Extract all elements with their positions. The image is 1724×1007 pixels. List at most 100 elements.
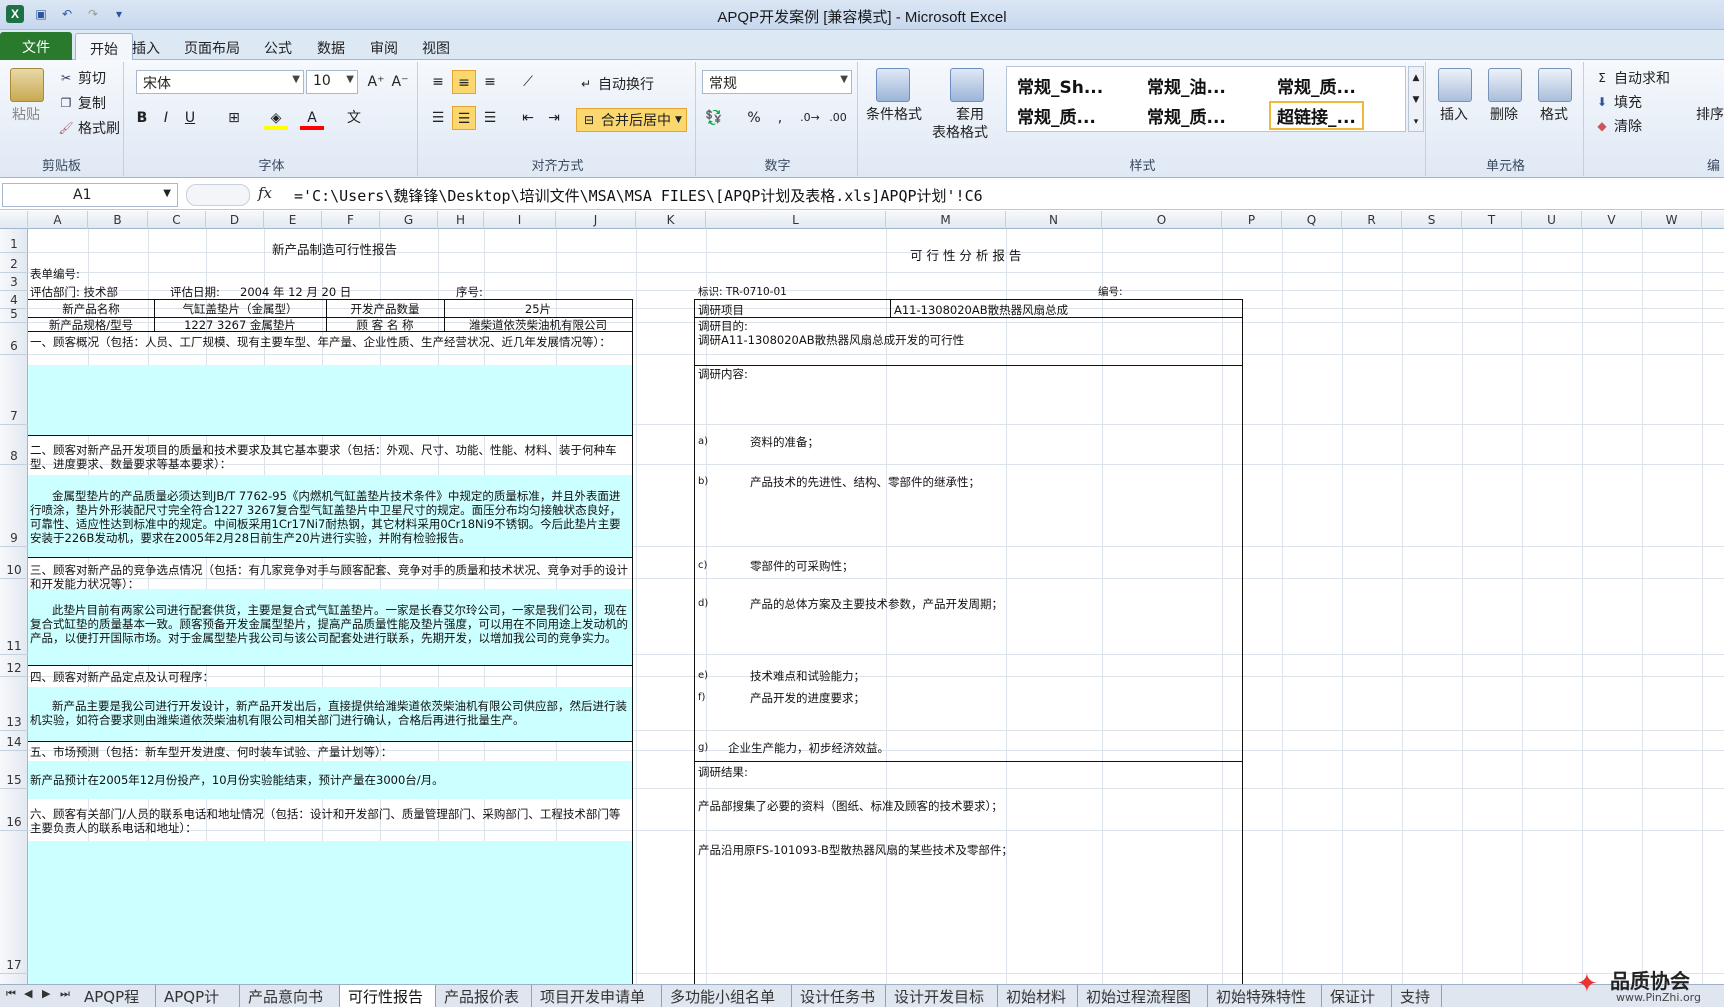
increase-indent-icon[interactable]: ⇥ (542, 106, 566, 130)
formula-input[interactable]: ='C:\Users\魏锋锋\Desktop\培训文件\MSA\MSA FILE… (294, 185, 983, 206)
increase-decimal-icon[interactable]: .0→ (798, 106, 822, 130)
style-cell-1[interactable]: 常规_Sh... (1017, 73, 1103, 98)
tab-insert[interactable]: 插入 (118, 33, 174, 60)
conditional-format-icon[interactable] (876, 68, 910, 102)
row-header-7[interactable]: 7 (0, 355, 28, 425)
number-format-select[interactable]: 常规 ▼ (702, 70, 852, 94)
merge-center-button[interactable]: ⊟ 合并后居中 ▼ (576, 108, 687, 132)
insert-cells-button[interactable]: 插入 (1440, 104, 1468, 124)
style-cell-5[interactable]: 常规_质... (1147, 103, 1226, 128)
tab-data[interactable]: 数据 (303, 33, 359, 60)
column-header-t[interactable]: T (1462, 211, 1522, 229)
align-left-icon[interactable]: ☰ (426, 106, 450, 130)
sheet-tab-2[interactable]: APQP计划 (156, 985, 240, 1007)
tab-review[interactable]: 审阅 (356, 33, 412, 60)
sheet-tab-6[interactable]: 项目开发申请单 (532, 985, 662, 1007)
style-cell-4[interactable]: 常规_质... (1017, 103, 1096, 128)
column-header-c[interactable]: C (148, 211, 206, 229)
format-as-table-label[interactable]: 表格格式 (932, 122, 988, 142)
column-header-q[interactable]: Q (1282, 211, 1342, 229)
sheet-tab-12[interactable]: 初始特殊特性 (1208, 985, 1322, 1007)
sheet-tab-14[interactable]: 支持 (1392, 985, 1442, 1007)
sheet-tab-3[interactable]: 产品意向书 (240, 985, 340, 1007)
style-cell-hyperlink[interactable]: 超链接_... (1269, 101, 1364, 130)
column-header-r[interactable]: R (1342, 211, 1402, 229)
insert-cells-icon[interactable] (1438, 68, 1472, 102)
column-header-s[interactable]: S (1402, 211, 1462, 229)
percent-button[interactable]: % (742, 106, 766, 130)
first-sheet-icon[interactable]: ⏮ (6, 987, 16, 1001)
underline-button[interactable]: U (178, 106, 202, 130)
format-as-table-button[interactable]: 套用 (956, 104, 984, 124)
format-as-table-icon[interactable] (950, 68, 984, 102)
row-header-8[interactable]: 8 (0, 425, 28, 465)
delete-cells-button[interactable]: 删除 (1490, 104, 1518, 124)
shrink-font-icon[interactable]: A⁻ (388, 70, 412, 94)
sheet-tab-4[interactable]: 可行性报告 (340, 985, 436, 1007)
column-header-i[interactable]: I (484, 211, 556, 229)
row-header-15[interactable]: 15 (0, 751, 28, 789)
column-header-a[interactable]: A (28, 211, 88, 229)
column-header-f[interactable]: F (322, 211, 380, 229)
grow-font-icon[interactable]: A⁺ (364, 70, 388, 94)
row-header-16[interactable]: 16 (0, 789, 28, 831)
column-header-g[interactable]: G (380, 211, 438, 229)
clear-button[interactable]: ◆ 清除 (1594, 116, 1642, 136)
decrease-decimal-icon[interactable]: .00 (826, 106, 850, 130)
sort-filter-button[interactable]: 排序 (1696, 104, 1724, 124)
insert-function-button[interactable]: fx (258, 184, 272, 202)
row-header-1[interactable]: 1 (0, 229, 28, 253)
row-header-12[interactable]: 12 (0, 655, 28, 677)
fill-color-icon[interactable]: ◈ (264, 106, 288, 130)
column-header-v[interactable]: V (1582, 211, 1642, 229)
fill-button[interactable]: ⬇ 填充 (1594, 92, 1642, 112)
last-sheet-icon[interactable]: ⏭ (60, 987, 70, 1001)
cut-button[interactable]: ✂ 剪切 (58, 68, 106, 88)
align-center-icon[interactable]: ☰ (452, 106, 476, 130)
autosum-button[interactable]: Σ 自动求和 (1594, 68, 1670, 88)
font-color-button[interactable]: A (300, 106, 324, 130)
row-header-9[interactable]: 9 (0, 465, 28, 547)
borders-icon[interactable]: ⊞ (222, 106, 246, 130)
column-header-d[interactable]: D (206, 211, 264, 229)
column-header-w[interactable]: W (1642, 211, 1702, 229)
row-header-5[interactable]: 5 (0, 307, 28, 323)
select-all-corner[interactable] (0, 211, 28, 229)
tab-view[interactable]: 视图 (408, 33, 464, 60)
column-header-h[interactable]: H (438, 211, 484, 229)
copy-button[interactable]: ❐ 复制 (58, 93, 106, 113)
delete-cells-icon[interactable] (1488, 68, 1522, 102)
align-middle-icon[interactable]: ≡ (452, 70, 476, 94)
row-header-17[interactable]: 17 (0, 831, 28, 974)
row-header-10[interactable]: 10 (0, 547, 28, 579)
row-header-14[interactable]: 14 (0, 731, 28, 751)
style-cell-3[interactable]: 常规_质... (1277, 73, 1356, 98)
row-header-11[interactable]: 11 (0, 579, 28, 655)
column-header-k[interactable]: K (636, 211, 706, 229)
orientation-icon[interactable]: ⟋ (516, 70, 540, 94)
cell-area[interactable]: 新产品制造可行性报告 表单编号: 评估部门: 技术部 评估日期: 2004 年 … (28, 229, 1724, 984)
next-sheet-icon[interactable]: ▶ (42, 987, 50, 1000)
worksheet-grid[interactable]: ABCDEFGHIJKLMNOPQRSTUVW 1 2 3 4 5 6 7 8 9 10 11 12 1… (0, 211, 1724, 984)
italic-button[interactable]: I (154, 106, 178, 130)
row-header-3[interactable]: 3 (0, 273, 28, 291)
column-header-j[interactable]: J (556, 211, 636, 229)
prev-sheet-icon[interactable]: ◀ (24, 987, 32, 1000)
column-header-m[interactable]: M (886, 211, 1006, 229)
format-cells-icon[interactable] (1538, 68, 1572, 102)
sheet-tab-1[interactable]: APQP程序 (76, 985, 156, 1007)
tab-file[interactable]: 文件 (0, 32, 72, 60)
sheet-tab-5[interactable]: 产品报价表 (436, 985, 532, 1007)
conditional-format-button[interactable]: 条件格式 (866, 104, 922, 124)
sheet-tab-13[interactable]: 保证计划 (1322, 985, 1392, 1007)
column-header-l[interactable]: L (706, 211, 886, 229)
column-header-e[interactable]: E (264, 211, 322, 229)
align-top-icon[interactable]: ≡ (426, 70, 450, 94)
phonetic-icon[interactable]: 文 (342, 106, 366, 130)
format-cells-button[interactable]: 格式 (1540, 104, 1568, 124)
wrap-text-button[interactable]: ↵ 自动换行 (578, 74, 654, 94)
name-box[interactable]: A1 ▼ (2, 183, 178, 207)
sheet-tab-8[interactable]: 设计任务书 (792, 985, 886, 1007)
column-header-u[interactable]: U (1522, 211, 1582, 229)
format-painter-button[interactable]: 🖌 格式刷 (58, 118, 120, 138)
